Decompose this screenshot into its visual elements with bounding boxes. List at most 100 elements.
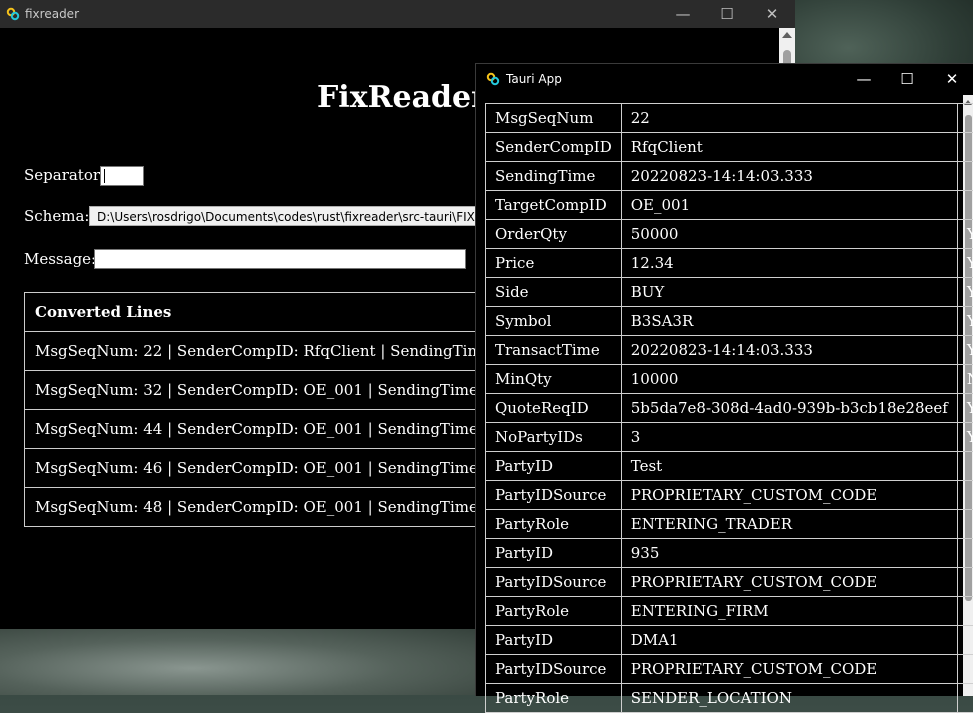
field-tag-cell: PartyRole <box>486 510 622 539</box>
field-tag-cell: PartyID <box>486 452 622 481</box>
field-tag-cell: NoPartyIDs <box>486 423 622 452</box>
window-title: Tauri App <box>506 72 562 86</box>
field-flag-cell: Y <box>957 249 973 278</box>
converted-line[interactable]: MsgSeqNum: 44 | SenderCompID: OE_001 | S… <box>25 410 495 449</box>
field-flag-cell: Y <box>957 336 973 365</box>
converted-line[interactable]: MsgSeqNum: 22 | SenderCompID: RfqClient … <box>25 332 495 371</box>
table-row: MinQty10000N <box>486 365 973 394</box>
field-tag-cell: Side <box>486 278 622 307</box>
field-value-cell: PROPRIETARY_CUSTOM_CODE <box>621 568 957 597</box>
field-flag-cell <box>957 568 973 597</box>
window-title: fixreader <box>25 7 79 21</box>
field-value-cell: SENDER_LOCATION <box>621 684 957 713</box>
field-tag-cell: TargetCompID <box>486 191 622 220</box>
titlebar[interactable]: Tauri App — ☐ ✕ <box>476 64 973 94</box>
fix-fields-table: MsgSeqNum22SenderCompIDRfqClientSendingT… <box>485 103 973 713</box>
field-value-cell: DMA1 <box>621 626 957 655</box>
table-row: PartyIDSourcePROPRIETARY_CUSTOM_CODE <box>486 568 973 597</box>
field-value-cell: 3 <box>621 423 957 452</box>
table-row: PartyRoleENTERING_FIRM <box>486 597 973 626</box>
field-tag-cell: PartyIDSource <box>486 655 622 684</box>
field-flag-cell <box>957 191 973 220</box>
table-row: NoPartyIDs3Y <box>486 423 973 452</box>
table-row: MsgSeqNum22 <box>486 104 973 133</box>
table-row: TransactTime20220823-14:14:03.333Y <box>486 336 973 365</box>
field-tag-cell: Price <box>486 249 622 278</box>
field-value-cell: PROPRIETARY_CUSTOM_CODE <box>621 481 957 510</box>
field-flag-cell: Y <box>957 278 973 307</box>
table-row: PartyRoleENTERING_TRADER <box>486 510 973 539</box>
page-title: FixReader <box>317 80 487 115</box>
table-row: QuoteReqID5b5da7e8-308d-4ad0-939b-b3cb18… <box>486 394 973 423</box>
table-row: SymbolB3SA3RY <box>486 307 973 336</box>
field-tag-cell: PartyIDSource <box>486 481 622 510</box>
maximize-button[interactable]: ☐ <box>897 69 917 89</box>
field-tag-cell: SendingTime <box>486 162 622 191</box>
table-row: PartyIDSourcePROPRIETARY_CUSTOM_CODE <box>486 481 973 510</box>
field-value-cell: ENTERING_FIRM <box>621 597 957 626</box>
text-caret <box>104 169 105 183</box>
field-value-cell: 5b5da7e8-308d-4ad0-939b-b3cb18e28eef <box>621 394 957 423</box>
converted-lines-header: Converted Lines <box>25 293 495 332</box>
message-input[interactable] <box>94 249 466 269</box>
field-tag-cell: PartyRole <box>486 684 622 713</box>
field-tag-cell: PartyIDSource <box>486 568 622 597</box>
tauri-logo-icon <box>6 7 20 21</box>
field-flag-cell <box>957 133 973 162</box>
titlebar[interactable]: fixreader — ☐ ✕ <box>0 0 795 28</box>
field-flag-cell: Y <box>957 394 973 423</box>
field-tag-cell: OrderQty <box>486 220 622 249</box>
field-value-cell: 12.34 <box>621 249 957 278</box>
field-tag-cell: TransactTime <box>486 336 622 365</box>
table-row: SenderCompIDRfqClient <box>486 133 973 162</box>
field-tag-cell: SenderCompID <box>486 133 622 162</box>
field-value-cell: PROPRIETARY_CUSTOM_CODE <box>621 655 957 684</box>
table-row: TargetCompIDOE_001 <box>486 191 973 220</box>
field-value-cell: 20220823-14:14:03.333 <box>621 162 957 191</box>
converted-line[interactable]: MsgSeqNum: 46 | SenderCompID: OE_001 | S… <box>25 449 495 488</box>
field-value-cell: 935 <box>621 539 957 568</box>
field-tag-cell: PartyRole <box>486 597 622 626</box>
field-value-cell: 22 <box>621 104 957 133</box>
table-row: Price12.34Y <box>486 249 973 278</box>
field-flag-cell <box>957 626 973 655</box>
field-flag-cell <box>957 104 973 133</box>
tauri-app-window: Tauri App — ☐ ✕ MsgSeqNum22SenderCompIDR… <box>475 63 973 696</box>
field-flag-cell <box>957 539 973 568</box>
scroll-up-icon[interactable] <box>782 32 792 38</box>
field-flag-cell: Y <box>957 423 973 452</box>
desktop-background-bottom <box>0 628 480 695</box>
field-tag-cell: MinQty <box>486 365 622 394</box>
field-flag-cell <box>957 597 973 626</box>
field-value-cell: 20220823-14:14:03.333 <box>621 336 957 365</box>
field-flag-cell: Y <box>957 307 973 336</box>
field-value-cell: BUY <box>621 278 957 307</box>
maximize-button[interactable]: ☐ <box>717 4 737 24</box>
table-row: SendingTime20220823-14:14:03.333 <box>486 162 973 191</box>
table-row: PartyID935 <box>486 539 973 568</box>
field-tag-cell: PartyID <box>486 626 622 655</box>
schema-label: Schema: <box>24 207 89 225</box>
field-flag-cell <box>957 162 973 191</box>
field-flag-cell <box>957 452 973 481</box>
converted-line[interactable]: MsgSeqNum: 32 | SenderCompID: OE_001 | S… <box>25 371 495 410</box>
field-flag-cell <box>957 655 973 684</box>
schema-file-input[interactable]: D:\Users\rosdrigo\Documents\codes\rust\f… <box>89 206 489 226</box>
table-row: PartyRoleSENDER_LOCATION <box>486 684 973 713</box>
converted-line[interactable]: MsgSeqNum: 48 | SenderCompID: OE_001 | S… <box>25 488 495 526</box>
close-button[interactable]: ✕ <box>762 4 782 24</box>
minimize-button[interactable]: — <box>854 69 874 89</box>
field-flag-cell <box>957 481 973 510</box>
field-tag-cell: MsgSeqNum <box>486 104 622 133</box>
table-row: OrderQty50000Y <box>486 220 973 249</box>
table-row: PartyIDDMA1 <box>486 626 973 655</box>
field-tag-cell: PartyID <box>486 539 622 568</box>
tauri-logo-icon <box>486 72 500 86</box>
minimize-button[interactable]: — <box>673 4 693 24</box>
field-value-cell: 10000 <box>621 365 957 394</box>
close-button[interactable]: ✕ <box>942 69 962 89</box>
separator-label: Separator: <box>24 166 105 184</box>
separator-input[interactable] <box>100 166 144 186</box>
field-value-cell: B3SA3R <box>621 307 957 336</box>
field-value-cell: 50000 <box>621 220 957 249</box>
